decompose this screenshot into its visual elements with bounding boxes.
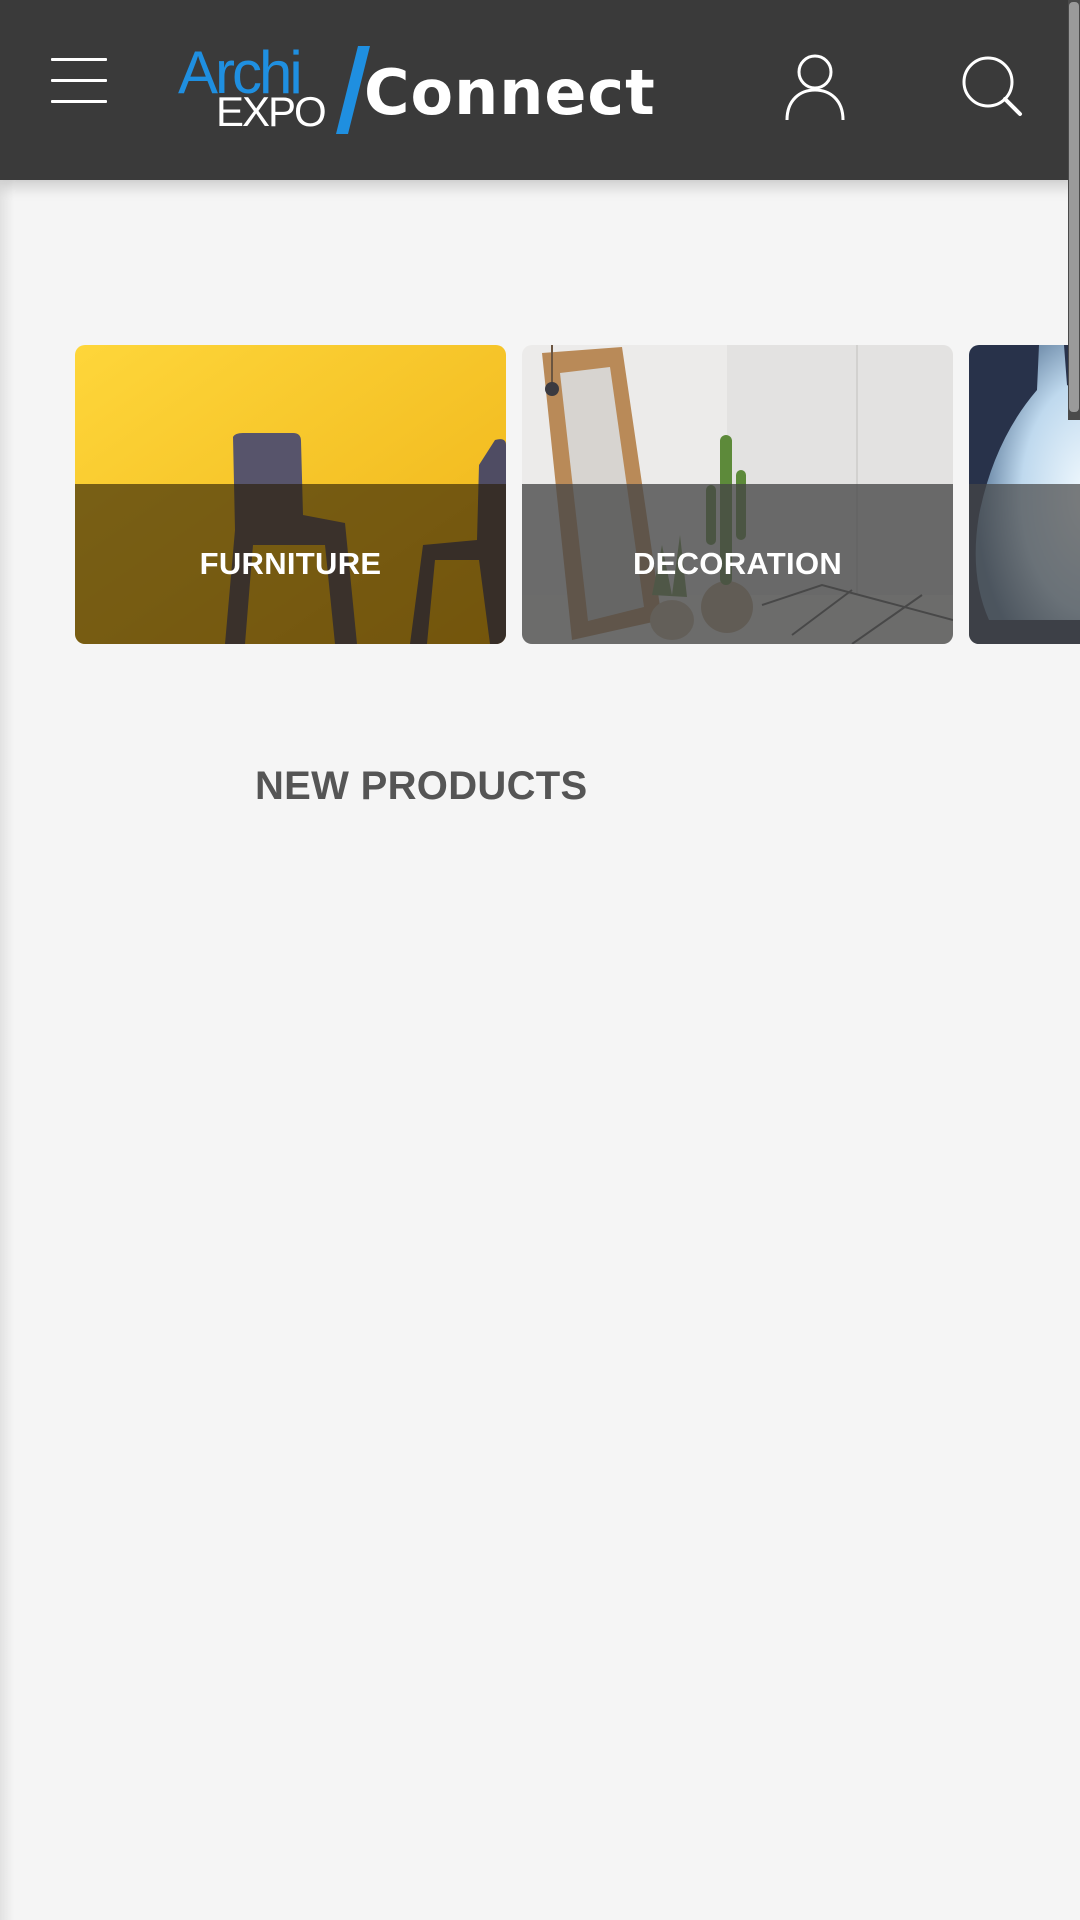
category-label-band: FURNITURE — [75, 484, 506, 644]
category-card-furniture[interactable]: FURNITURE — [75, 345, 506, 644]
hamburger-menu-icon[interactable] — [44, 50, 114, 110]
category-card-decoration[interactable]: DECORATION — [522, 345, 953, 644]
new-products-heading: NEW PRODUCTS — [255, 764, 588, 808]
top-header-bar: Archi EXPO Connect — [0, 0, 1080, 180]
search-icon[interactable] — [958, 52, 1026, 120]
left-edge-shadow — [0, 180, 14, 1920]
scrollbar-thumb[interactable] — [1069, 2, 1079, 412]
category-label: DECORATION — [632, 546, 843, 581]
category-label-band: DECORATION — [522, 484, 953, 644]
category-carousel[interactable]: FURNITURE DECORATION — [75, 345, 1080, 645]
user-icon[interactable] — [780, 48, 850, 124]
logo-connect-text: Connect — [364, 56, 656, 129]
category-label: FURNITURE — [199, 546, 382, 581]
archiexpo-connect-logo[interactable]: Archi EXPO Connect — [178, 39, 655, 140]
page: Archi EXPO Connect FURNITURE DECORATION … — [0, 0, 1080, 1920]
category-card-partial[interactable] — [969, 345, 1080, 644]
category-label-band — [969, 484, 1080, 644]
logo-expo-text: EXPO — [216, 88, 327, 135]
